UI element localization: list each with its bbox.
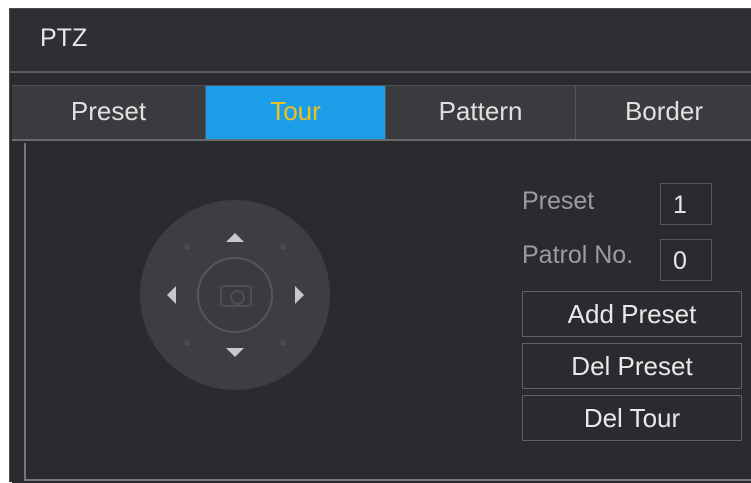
tab-bar: Preset Tour Pattern Border (12, 85, 751, 141)
preset-label: Preset (522, 187, 595, 215)
arrow-down-icon[interactable] (226, 348, 244, 357)
ptz-direction-pad[interactable] (140, 200, 330, 390)
arrow-up-icon[interactable] (226, 233, 244, 242)
dpad-center-button[interactable] (197, 257, 273, 333)
tab-preset[interactable]: Preset (12, 86, 206, 139)
diagonal-up-left-icon[interactable] (184, 244, 190, 250)
del-tour-button[interactable]: Del Tour (522, 395, 742, 441)
diagonal-down-left-icon[interactable] (184, 340, 190, 346)
preset-input[interactable]: 1 (660, 183, 712, 225)
patrol-no-input[interactable]: 0 (660, 239, 712, 281)
ptz-panel: PTZ Preset Tour Pattern Border Preset 1 … (9, 8, 751, 483)
del-preset-button[interactable]: Del Preset (522, 343, 742, 389)
tab-tour[interactable]: Tour (206, 86, 386, 139)
patrol-no-label: Patrol No. (522, 241, 634, 269)
title-bar: PTZ (10, 9, 751, 73)
camera-icon (220, 285, 252, 307)
arrow-right-icon[interactable] (295, 286, 304, 304)
tab-pattern[interactable]: Pattern (386, 86, 576, 139)
window-title: PTZ (40, 24, 88, 52)
diagonal-up-right-icon[interactable] (280, 244, 286, 250)
diagonal-down-right-icon[interactable] (280, 340, 286, 346)
add-preset-button[interactable]: Add Preset (522, 291, 742, 337)
arrow-left-icon[interactable] (167, 286, 176, 304)
tab-border[interactable]: Border (576, 86, 751, 139)
content-area: Preset 1 Patrol No. 0 Add Preset Del Pre… (12, 143, 751, 483)
